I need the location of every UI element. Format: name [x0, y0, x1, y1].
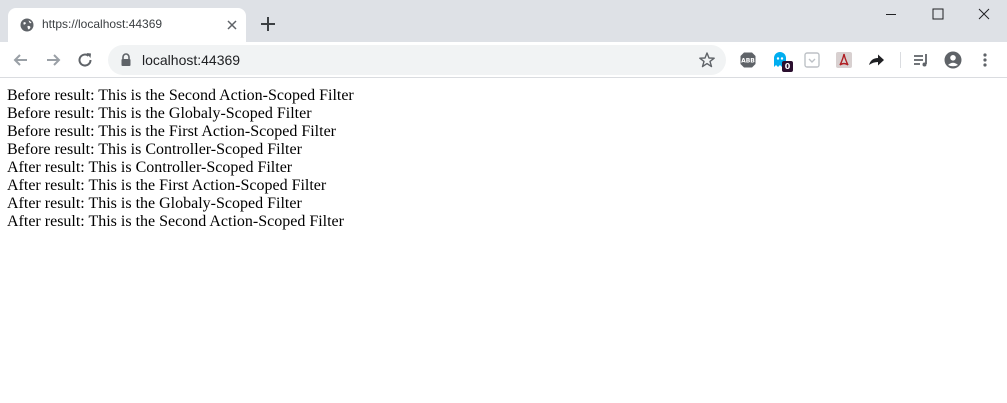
ghostery-extension-icon[interactable]: 0 [771, 51, 793, 72]
back-icon[interactable] [11, 50, 31, 70]
ghost-badge: 0 [782, 61, 793, 72]
browser-tab[interactable]: https://localhost:44369 [8, 8, 246, 42]
output-line: Before result: This is Controller-Scoped… [7, 141, 302, 158]
browser-toolbar: localhost:44369 ABB 0 [0, 42, 1007, 78]
window-close-button[interactable] [961, 0, 1007, 30]
output-line: After result: This is the First Action-S… [7, 177, 327, 194]
pdf-extension-icon[interactable] [835, 51, 853, 69]
address-bar[interactable]: localhost:44369 [108, 45, 726, 75]
share-arrow-icon[interactable] [867, 51, 885, 69]
document-extension-icon[interactable] [803, 51, 821, 69]
forward-icon[interactable] [43, 50, 63, 70]
output-line: Before result: This is the Second Action… [7, 87, 354, 104]
page-body: Before result: This is the Second Action… [7, 87, 354, 231]
adblock-extension-icon[interactable]: ABB [739, 51, 757, 69]
output-line: Before result: This is the Globaly-Scope… [7, 105, 312, 122]
globe-icon [20, 18, 34, 32]
lock-icon[interactable] [120, 53, 132, 67]
toolbar-separator [900, 52, 901, 68]
tab-title: https://localhost:44369 [42, 17, 163, 31]
more-menu-icon[interactable] [976, 51, 994, 69]
media-queue-icon[interactable] [912, 51, 930, 69]
svg-text:ABB: ABB [741, 58, 755, 65]
tab-strip: https://localhost:44369 [0, 0, 1007, 42]
minimize-button[interactable] [868, 0, 914, 30]
output-line: After result: This is the Globaly-Scoped… [7, 195, 302, 212]
output-line: After result: This is the Second Action-… [7, 213, 344, 230]
reload-icon[interactable] [75, 50, 95, 70]
new-tab-button[interactable] [258, 14, 278, 34]
close-icon[interactable] [224, 17, 240, 33]
maximize-button[interactable] [915, 0, 961, 30]
url-text[interactable]: localhost:44369 [142, 52, 240, 68]
profile-avatar-icon[interactable] [944, 51, 962, 69]
output-line: After result: This is Controller-Scoped … [7, 159, 293, 176]
output-line: Before result: This is the First Action-… [7, 123, 336, 140]
bookmark-star-icon[interactable] [698, 51, 716, 69]
